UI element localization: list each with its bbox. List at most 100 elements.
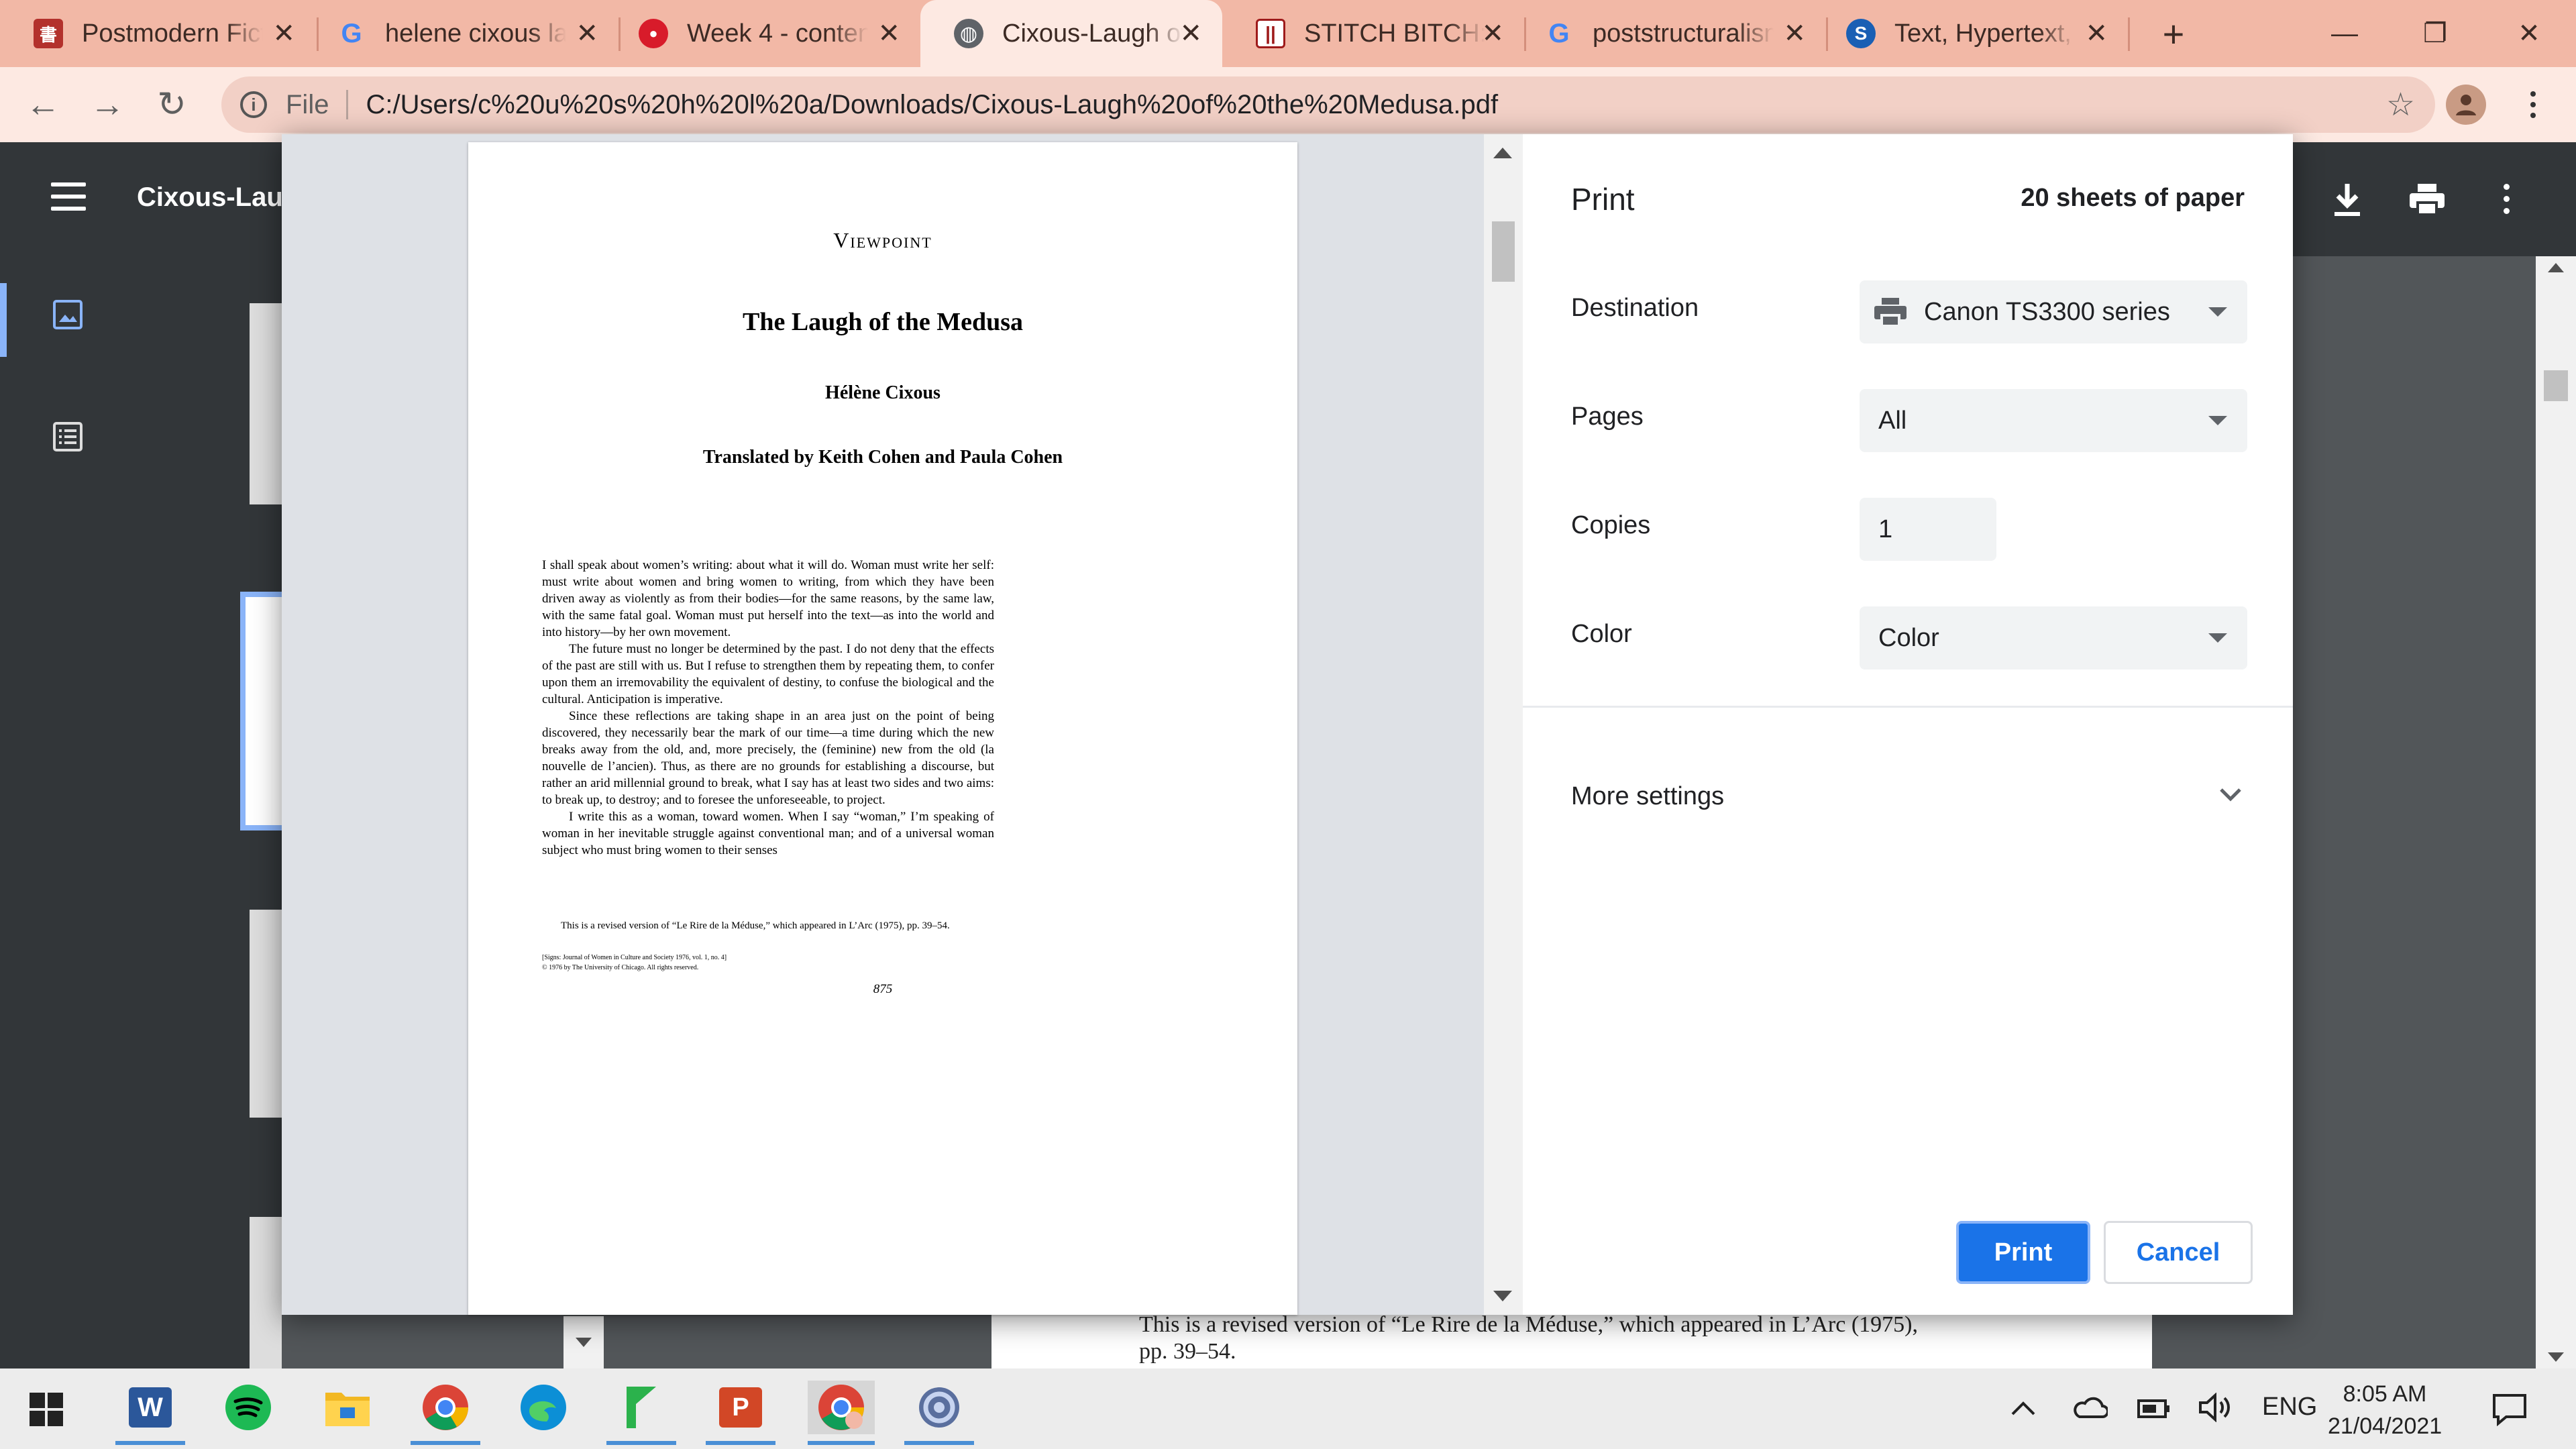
color-label: Color [1571, 620, 1632, 648]
copies-label: Copies [1571, 511, 1651, 539]
page-thumbnail[interactable] [250, 910, 282, 1118]
pdf-footnote: This is a revised version of “Le Rire de… [1139, 1312, 1918, 1337]
paragraph: Since these reflections are taking shape… [542, 709, 994, 807]
copies-input[interactable]: 1 [1860, 498, 1996, 561]
minimize-button[interactable]: — [2301, 0, 2388, 67]
tab-week-4-content[interactable]: ● Week 4 - conten ✕ [605, 0, 920, 67]
close-icon[interactable]: ✕ [272, 18, 295, 49]
destination-label: Destination [1571, 294, 1699, 322]
thumbnails-icon[interactable] [52, 299, 83, 330]
chrome-icon[interactable] [411, 1381, 480, 1445]
close-icon[interactable]: ✕ [1481, 18, 1504, 49]
info-icon[interactable]: i [240, 91, 267, 118]
print-icon[interactable] [2408, 182, 2446, 216]
settings-divider [1523, 706, 2293, 708]
active-indicator [0, 283, 7, 357]
print-heading: Print [1571, 182, 1635, 217]
article-footnote: This is a revised version of “Le Rire de… [542, 919, 994, 933]
tab-cixous-laugh[interactable]: ◍ Cixous-Laugh of ✕ [920, 0, 1222, 67]
cancel-button[interactable]: Cancel [2104, 1221, 2253, 1284]
chrome-profile-icon[interactable] [808, 1381, 875, 1445]
tab-title: helene cixous la [385, 19, 566, 48]
print-button[interactable]: Print [1956, 1221, 2090, 1284]
page-thumbnail-selected[interactable] [240, 592, 287, 830]
page-heading: Viewpoint [833, 228, 932, 252]
file-explorer-icon[interactable] [321, 1381, 374, 1434]
feedly-icon[interactable] [606, 1381, 676, 1445]
more-settings-toggle[interactable]: More settings [1523, 758, 2293, 839]
word-icon[interactable]: W [115, 1381, 185, 1445]
more-options-icon[interactable] [2500, 184, 2513, 214]
destination-select[interactable]: Canon TS3300 series [1860, 280, 2247, 343]
scroll-up-icon[interactable] [2548, 263, 2564, 272]
close-icon[interactable]: ✕ [877, 18, 900, 49]
print-preview: Viewpoint The Laugh of the Medusa Hélène… [282, 134, 1523, 1315]
tab-stitch-bitch[interactable]: || STITCH BITCH: th ✕ [1222, 0, 1524, 67]
pdf-scrollbar[interactable] [2536, 256, 2576, 1368]
address-bar[interactable]: i File C:/Users/c%20u%20s%20h%20l%20a/Do… [221, 76, 2435, 133]
clock-date: 21/04/2021 [2328, 1413, 2443, 1439]
scroll-down-icon[interactable] [2548, 1352, 2564, 1362]
page-thumbnail[interactable] [250, 303, 282, 504]
close-icon[interactable]: ✕ [1179, 18, 1202, 49]
show-hidden-icons-icon[interactable] [2010, 1399, 2037, 1417]
url-text[interactable]: C:/Users/c%20u%20s%20h%20l%20a/Downloads… [366, 90, 1498, 120]
pages-select[interactable]: All [1860, 389, 2247, 452]
tab-postmodern-fiction[interactable]: 書 Postmodern Fict ✕ [0, 0, 315, 67]
close-icon[interactable]: ✕ [2085, 18, 2108, 49]
onedrive-icon[interactable] [2072, 1395, 2108, 1419]
hamburger-menu-icon[interactable] [51, 182, 86, 219]
forward-button[interactable]: → [87, 85, 127, 125]
clock[interactable]: 8:05 AM 21/04/2021 [2328, 1378, 2442, 1442]
tab-title: Text, Hypertext, [1894, 19, 2072, 48]
outline-icon[interactable] [52, 421, 83, 452]
powerpoint-icon[interactable]: P [706, 1381, 775, 1445]
tab-poststructuralism[interactable]: G poststructuralism ✕ [1511, 0, 1826, 67]
tab-text-hypertext[interactable]: S Text, Hypertext, ✕ [1813, 0, 2128, 67]
bookmark-star-icon[interactable]: ☆ [2386, 86, 2415, 123]
close-window-button[interactable]: ✕ [2485, 0, 2573, 67]
paragraph: The future must no longer be determined … [542, 642, 994, 706]
close-icon[interactable]: ✕ [576, 18, 598, 49]
download-icon[interactable] [2330, 181, 2364, 219]
reload-button[interactable]: ↻ [152, 85, 192, 125]
sidebar-scroll-down[interactable] [564, 1316, 604, 1368]
moodle-icon: ● [639, 19, 668, 48]
clock-time: 8:05 AM [2343, 1381, 2427, 1407]
volume-icon[interactable] [2198, 1393, 2234, 1422]
tab-helene-cixous[interactable]: G helene cixous la ✕ [303, 0, 619, 67]
scroll-down-icon[interactable] [1493, 1291, 1512, 1301]
paragraph: I write this as a woman, toward women. W… [542, 810, 994, 857]
battery-icon[interactable] [2136, 1394, 2172, 1421]
edge-icon[interactable] [517, 1381, 570, 1434]
chevron-down-icon[interactable] [576, 1338, 592, 1347]
tab-title: Postmodern Fict [82, 19, 263, 48]
preview-scrollbar[interactable] [1484, 134, 1523, 1315]
page-thumbnail[interactable] [250, 1217, 282, 1368]
journal-citation: [Signs: Journal of Women in Culture and … [542, 954, 727, 961]
copyright-text: © 1976 by The University of Chicago. All… [542, 964, 699, 971]
preview-page: Viewpoint The Laugh of the Medusa Hélène… [468, 142, 1297, 1315]
spotify-icon[interactable] [221, 1381, 275, 1434]
scroll-thumb[interactable] [2544, 370, 2568, 401]
scroll-up-icon[interactable] [1493, 148, 1512, 158]
profile-avatar[interactable] [2446, 85, 2486, 125]
color-select[interactable]: Color [1860, 606, 2247, 669]
url-scheme: File [286, 89, 329, 119]
scroll-thumb[interactable] [1492, 221, 1515, 282]
footnote-text: This is a revised version of “Le Rire de… [561, 920, 950, 931]
new-tab-button[interactable]: + [2147, 9, 2200, 58]
browser-menu-icon[interactable] [2520, 85, 2546, 125]
language-indicator[interactable]: ENG [2262, 1393, 2317, 1421]
pages-value: All [1878, 406, 1907, 435]
sheet-count: 20 sheets of paper [2021, 184, 2245, 212]
restore-button[interactable]: ❐ [2392, 0, 2479, 67]
caret-down-icon [2208, 307, 2227, 317]
close-icon[interactable]: ✕ [1783, 18, 1806, 49]
back-button[interactable]: ← [23, 85, 63, 125]
notifications-icon[interactable] [2491, 1393, 2528, 1426]
windows-taskbar: W P ENG 8:05 AM 21/04/2021 [0, 1368, 2576, 1449]
windows-start-icon[interactable] [30, 1393, 63, 1426]
settings-app-icon[interactable] [904, 1381, 974, 1445]
copies-value[interactable]: 1 [1878, 515, 1892, 544]
